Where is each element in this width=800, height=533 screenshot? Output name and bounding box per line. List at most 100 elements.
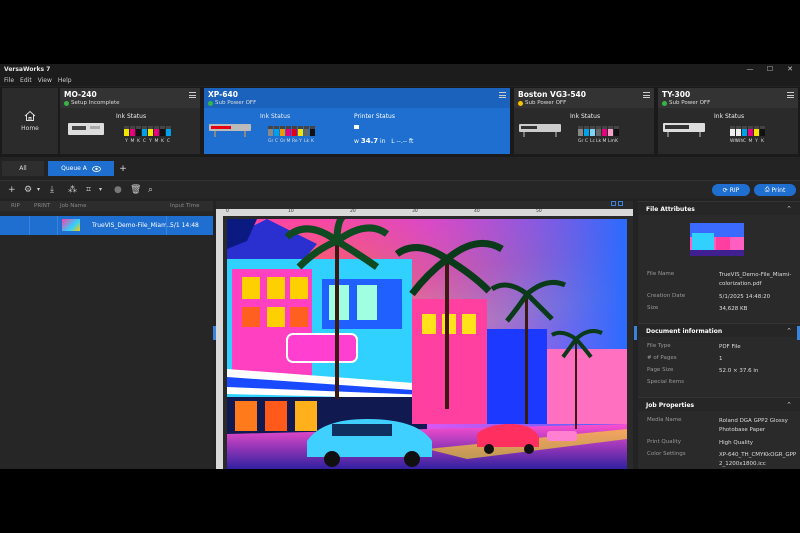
versaworks-window: VersaWorks 7 — ☐ ✕ File Edit View Help H… [0,64,800,469]
ink-level-bar [584,126,589,136]
printer-card-ty-300[interactable]: TY-300 Sub Power OFF Ink Status Wh Wh C M Y K [658,88,798,154]
single-view-icon[interactable] [618,201,623,206]
col-print[interactable]: PRINT [34,203,50,209]
ink-name: Lk [596,139,602,144]
window-controls: — ☐ ✕ [740,64,800,75]
minimize-button[interactable]: — [740,64,760,75]
stop-icon[interactable]: ● [114,184,122,196]
rip-button[interactable]: ⟳ RIP [712,184,750,196]
printer-status: Setup Incomplete [64,100,120,106]
add-queue-button[interactable]: + [116,161,130,176]
document-info-header[interactable]: Document information ⌃ [638,323,800,337]
menu-file[interactable]: File [4,77,14,84]
ink-name: C [742,139,747,144]
process-icon[interactable]: ⁂ [68,184,77,196]
ink-level-bar [298,126,303,136]
home-button[interactable]: Home [2,88,58,154]
ink-level-bar [274,126,279,136]
ink-level-bar [310,126,315,136]
job-name: TrueVIS_Demo-File_Miam... [92,222,173,229]
right-panel-resize-handle[interactable] [634,326,637,340]
title-bar: VersaWorks 7 — ☐ ✕ [0,64,800,75]
chevron-down-icon[interactable]: ▾ [99,184,102,196]
status-dot-icon [662,100,667,106]
ink-status-label: Ink Status [116,113,147,120]
add-job-icon[interactable]: + [8,184,16,196]
ink-name: M [602,139,607,144]
ink-bars [268,126,315,136]
ink-name: Y [125,139,128,144]
color-settings-label: Color Settings [647,451,686,457]
search-icon[interactable]: ⌕ [148,184,153,196]
print-quality-value: High Quality [719,440,754,446]
printer-image-icon [519,124,561,137]
page-count-value: 1 [719,356,723,362]
rip-icon: ⟳ [722,186,728,194]
printer-name: XP-640 [208,90,238,99]
view-mode-icons [611,201,623,206]
ink-level-bar [268,126,273,136]
print-icon: ⎙ [764,186,770,193]
chevron-up-icon[interactable]: ⌃ [786,327,792,335]
table-row[interactable]: TrueVIS_Demo-File_Miam... 5/1 14:48 [0,216,213,235]
file-attributes-header[interactable]: File Attributes ⌃ [638,201,800,215]
print-button[interactable]: ⎙ Print [754,184,796,196]
preview-pane: 0 10 20 30 40 50 [216,201,633,469]
col-rip[interactable]: RIP [11,203,20,209]
col-input-time[interactable]: Input Time [170,203,199,209]
ink-level-bar [160,126,165,136]
printer-image-icon [663,123,705,137]
ink-name: C [274,139,279,144]
printer-menu-icon[interactable] [643,92,650,98]
printer-card-mo-240[interactable]: MO-240 Setup Incomplete Ink Status YMKCY… [60,88,200,154]
menu-edit[interactable]: Edit [20,77,32,84]
col-job-name[interactable]: Job Name [60,203,86,209]
close-button[interactable]: ✕ [780,64,800,75]
chevron-up-icon[interactable]: ⌃ [786,205,792,213]
download-icon[interactable]: ⤓ [50,184,54,196]
menu-view[interactable]: View [38,77,52,84]
tab-queue-a[interactable]: Queue A [48,161,114,176]
chevron-down-icon[interactable]: ▾ [37,184,40,196]
ink-level-bar [280,126,285,136]
job-properties-header[interactable]: Job Properties ⌃ [638,397,800,411]
ink-level-bar [730,126,735,136]
media-icon [354,125,359,129]
printer-name: Boston VG3-540 [518,90,586,99]
ink-status-label: Ink Status [260,113,291,120]
layout-icon[interactable]: ⌗ [86,184,91,196]
file-thumbnail [690,223,744,256]
eye-icon[interactable] [91,165,101,172]
job-toolbar: + ⚙ ▾ ⤓ ⁂ ⌗ ▾ ● 🗑 ⌕ ⟳ RIP ⎙ Print [0,180,800,198]
grid-view-icon[interactable] [611,201,616,206]
trash-icon[interactable]: 🗑 [130,184,141,196]
status-dot-icon [64,100,69,106]
printer-card-xp-640[interactable]: XP-640 Sub Power OFF Ink Status Gr C Or M Re… [204,88,510,154]
page-size-label: Page Size [647,367,674,373]
ink-name: K [311,139,314,144]
chevron-up-icon[interactable]: ⌃ [786,401,792,409]
printer-status: Sub Power OFF [208,100,256,106]
menu-help[interactable]: Help [58,77,72,84]
printer-menu-icon[interactable] [499,92,506,98]
ink-bars [578,126,619,136]
ink-name: K [161,139,164,144]
ink-bars [730,126,765,136]
ink-level-bar [742,126,747,136]
home-icon [24,110,36,121]
printer-header: TY-300 Sub Power OFF [658,88,798,108]
settings-gear-icon[interactable]: ⚙ [24,184,32,196]
ink-level-bar [596,126,601,136]
page-size-value: 52.0 × 37.6 in [719,368,759,374]
maximize-button[interactable]: ☐ [760,64,780,75]
printer-menu-icon[interactable] [787,92,794,98]
ink-level-bar [602,126,607,136]
printer-card-boston-vg3-540[interactable]: Boston VG3-540 Sub Power OFF Ink Status … [514,88,654,154]
home-label: Home [21,125,39,132]
printer-menu-icon[interactable] [189,92,196,98]
tab-all[interactable]: All [2,161,44,176]
page-count-label: # of Pages [647,355,677,361]
file-name-value: TrueVIS_Demo-File_Miami-colorization.pdf [719,272,792,287]
app-title: VersaWorks 7 [4,66,51,73]
ink-name: Wh [736,139,744,144]
